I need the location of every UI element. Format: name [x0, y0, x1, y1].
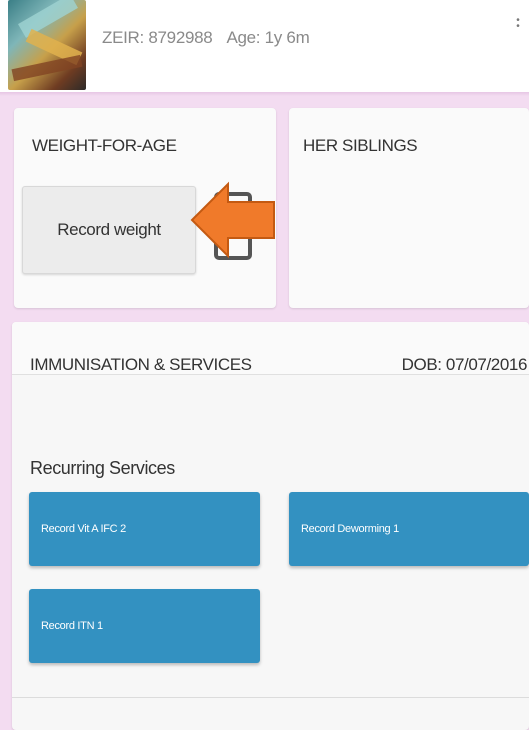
record-weight-button[interactable]: Record weight: [22, 186, 196, 274]
siblings-card: HER SIBLINGS: [289, 108, 529, 308]
zeir-number: ZEIR: 8792988: [102, 28, 213, 47]
child-id-line: ZEIR: 8792988 Age: 1y 6m: [102, 28, 310, 48]
child-age: Age: 1y 6m: [226, 28, 310, 47]
recurring-services-title: Recurring Services: [30, 458, 175, 478]
orange-arrow-icon: [190, 181, 275, 259]
menu-dots-icon[interactable]: • •: [515, 16, 521, 32]
siblings-card-title: HER SIBLINGS: [303, 136, 418, 155]
weight-card-title: WEIGHT-FOR-AGE: [32, 136, 177, 155]
date-of-birth: DOB: 07/07/2016: [401, 355, 528, 374]
record-deworming-button[interactable]: Record Deworming 1: [289, 492, 529, 566]
section-divider: [12, 697, 529, 698]
immunisation-header: IMMUNISATION & SERVICES DOB: 07/07/2016: [12, 322, 529, 375]
immunisation-title: IMMUNISATION & SERVICES: [30, 355, 252, 374]
child-avatar: [8, 0, 86, 90]
header-shadow: [0, 92, 529, 96]
record-vit-a-button[interactable]: Record Vit A IFC 2: [29, 492, 260, 566]
record-itn-button[interactable]: Record ITN 1: [29, 589, 260, 663]
child-header: ZEIR: 8792988 Age: 1y 6m • •: [0, 0, 529, 92]
